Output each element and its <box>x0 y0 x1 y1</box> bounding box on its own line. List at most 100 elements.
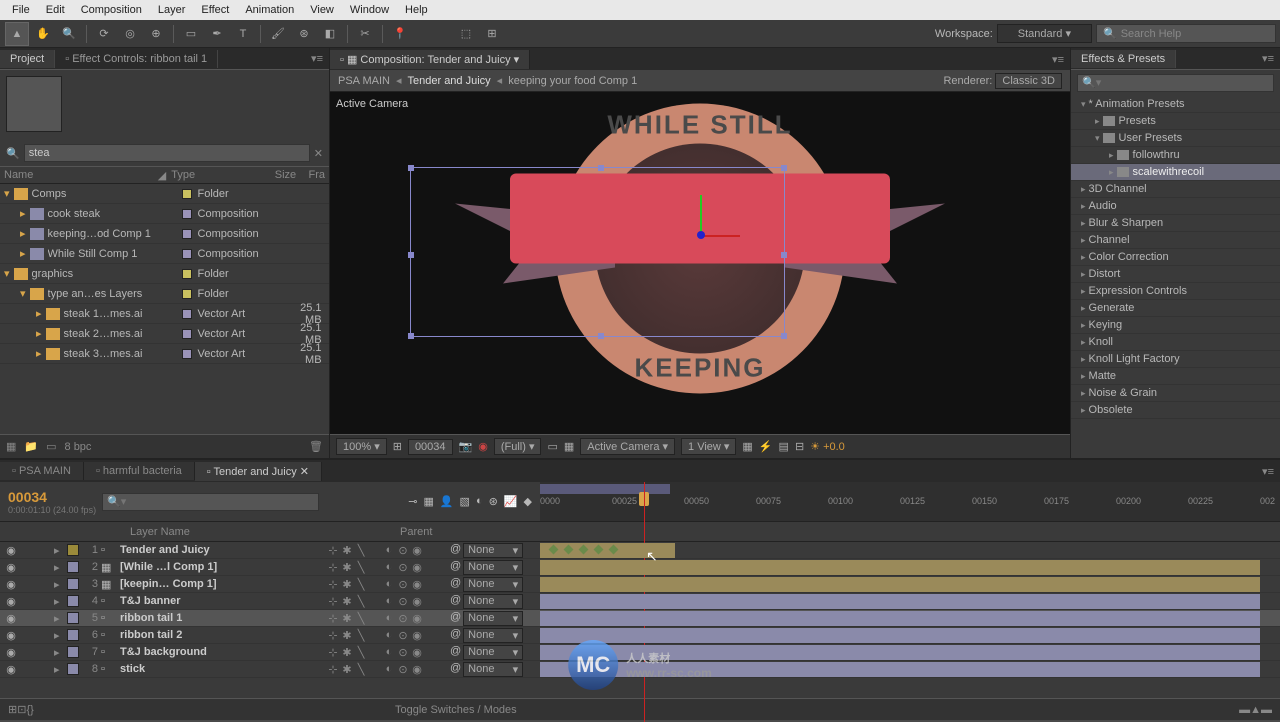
project-item[interactable]: ▸steak 1…mes.aiVector Art25.1 MB <box>0 304 329 324</box>
effects-tree-item[interactable]: ▾User Presets <box>1071 130 1280 147</box>
project-item[interactable]: ▾type an…es LayersFolder <box>0 284 329 304</box>
menu-help[interactable]: Help <box>397 2 436 18</box>
visibility-toggle-icon[interactable]: ◉ <box>4 663 18 676</box>
brush-tool-icon[interactable]: 🖌 <box>266 22 290 46</box>
parent-pickwhip-icon[interactable]: @ <box>450 628 461 643</box>
effects-tree-item[interactable]: ▸scalewithrecoil <box>1071 164 1280 181</box>
timeline-layer-row[interactable]: ◉ ▸ 3 ▦ [keepin… Comp 1] ⊹✱╲◐⊙◉ @None▾ <box>0 576 1280 593</box>
transparency-grid-icon[interactable]: ▦ <box>564 440 574 453</box>
menu-effect[interactable]: Effect <box>193 2 237 18</box>
effects-tree-item[interactable]: ▸Knoll Light Factory <box>1071 351 1280 368</box>
breadcrumb-item[interactable]: Tender and Juicy <box>408 75 491 87</box>
visibility-toggle-icon[interactable]: ◉ <box>4 595 18 608</box>
timeline-tab[interactable]: ▫ PSA MAIN <box>0 462 84 480</box>
snapshot-icon[interactable]: 📷 <box>459 440 473 453</box>
timeline-tab[interactable]: ▫ Tender and Juicy ✕ <box>195 462 322 481</box>
timeline-layer-row[interactable]: ◉ ▸ 7 ▫ T&J background ⊹✱╲◐⊙◉ @None▾ <box>0 644 1280 661</box>
channel-icon[interactable]: ◉ <box>478 440 488 453</box>
layer-duration-bar[interactable] <box>540 662 1260 677</box>
project-item[interactable]: ▸steak 2…mes.aiVector Art25.1 MB <box>0 324 329 344</box>
menu-view[interactable]: View <box>302 2 342 18</box>
menu-window[interactable]: Window <box>342 2 397 18</box>
comp-mini-flowchart-icon[interactable]: ⊸ <box>408 495 417 508</box>
visibility-toggle-icon[interactable]: ◉ <box>4 544 18 557</box>
effects-tree-item[interactable]: ▸Obsolete <box>1071 402 1280 419</box>
hide-shy-icon[interactable]: 👤 <box>440 495 454 508</box>
label-color[interactable] <box>67 561 79 573</box>
timeline-search-input[interactable] <box>102 493 319 511</box>
panel-menu-icon[interactable]: ▾≡ <box>1256 465 1280 478</box>
project-item[interactable]: ▸steak 3…mes.aiVector Art25.1 MB <box>0 344 329 364</box>
flowchart-icon[interactable]: ⊟ <box>795 440 804 453</box>
zoom-slider[interactable]: ▬▲▬ <box>1239 704 1272 716</box>
rotation-tool-icon[interactable]: ⟳ <box>92 22 116 46</box>
effects-tree-item[interactable]: ▸Channel <box>1071 232 1280 249</box>
current-timecode[interactable]: 00034 <box>8 489 96 505</box>
view-dropdown[interactable]: Active Camera ▾ <box>580 438 675 455</box>
timeline-layer-row[interactable]: ◉ ▸ 8 ▫ stick ⊹✱╲◐⊙◉ @None▾ <box>0 661 1280 678</box>
resolution-icon[interactable]: ⊞ <box>393 440 402 453</box>
menu-edit[interactable]: Edit <box>38 2 73 18</box>
new-comp-icon[interactable]: ▭ <box>46 440 56 453</box>
layer-duration-bar[interactable] <box>540 611 1260 626</box>
trash-icon[interactable]: 🗑 <box>309 440 323 453</box>
effects-tree-item[interactable]: ▸Presets <box>1071 113 1280 130</box>
toggle-switches-icon[interactable]: ⊞ <box>8 703 17 716</box>
visibility-toggle-icon[interactable]: ◉ <box>4 629 18 642</box>
motion-blur-icon[interactable]: ◐ <box>476 495 483 508</box>
label-color[interactable] <box>67 612 79 624</box>
effects-tree-item[interactable]: ▸followthru <box>1071 147 1280 164</box>
parent-pickwhip-icon[interactable]: @ <box>450 577 461 592</box>
frame-blend-icon[interactable]: ▧ <box>460 495 470 508</box>
layer-duration-bar[interactable] <box>540 628 1260 643</box>
timeline-layer-row[interactable]: ◉ ▸ 4 ▫ T&J banner ⊹✱╲◐⊙◉ @None▾ <box>0 593 1280 610</box>
axis-x-icon[interactable] <box>700 235 740 237</box>
timeline-layers[interactable]: ◉ ▸ 1 ▫ Tender and Juicy ⊹✱╲◐⊙◉ @None▾ ◉… <box>0 542 1280 698</box>
resolution-dropdown[interactable]: (Full) ▾ <box>494 438 542 455</box>
timeline-layer-row[interactable]: ◉ ▸ 6 ▫ ribbon tail 2 ⊹✱╲◐⊙◉ @None▾ <box>0 627 1280 644</box>
panel-menu-icon[interactable]: ▾≡ <box>1256 52 1280 65</box>
draft3d-icon[interactable]: ▦ <box>423 495 433 508</box>
effects-tree-item[interactable]: ▸Matte <box>1071 368 1280 385</box>
brainstorm-icon[interactable]: ⊛ <box>489 495 498 508</box>
fast-preview-icon[interactable]: ⚡ <box>759 440 773 453</box>
clone-tool-icon[interactable]: ⊛ <box>292 22 316 46</box>
toggle-switches-modes-button[interactable]: Toggle Switches / Modes <box>395 704 517 716</box>
tab-effect-controls[interactable]: ▫ Effect Controls: ribbon tail 1 <box>55 50 218 68</box>
tab-composition-viewer[interactable]: ▫ ▦ Composition: Tender and Juicy ▾ <box>330 50 530 69</box>
views-count-dropdown[interactable]: 1 View ▾ <box>681 438 736 455</box>
type-tool-icon[interactable]: T <box>231 22 255 46</box>
label-color[interactable] <box>67 544 79 556</box>
eraser-tool-icon[interactable]: ◧ <box>318 22 342 46</box>
label-color[interactable] <box>67 595 79 607</box>
visibility-toggle-icon[interactable]: ◉ <box>4 612 18 625</box>
breadcrumb-item[interactable]: keeping your food Comp 1 <box>508 75 637 87</box>
pan-behind-tool-icon[interactable]: ⊕ <box>144 22 168 46</box>
search-help-input[interactable]: 🔍 Search Help <box>1096 24 1276 43</box>
layer-duration-bar[interactable] <box>540 594 1260 609</box>
effects-tree-item[interactable]: ▾* Animation Presets <box>1071 96 1280 113</box>
frame-display[interactable]: 00034 <box>408 439 453 455</box>
label-color[interactable] <box>67 646 79 658</box>
panel-menu-icon[interactable]: ▾≡ <box>1046 53 1070 66</box>
axis-world-icon[interactable]: ⊞ <box>480 22 504 46</box>
label-color[interactable] <box>67 629 79 641</box>
project-item[interactable]: ▸keeping…od Comp 1Composition <box>0 224 329 244</box>
parent-pickwhip-icon[interactable]: @ <box>450 543 461 558</box>
visibility-toggle-icon[interactable]: ◉ <box>4 578 18 591</box>
effects-tree-item[interactable]: ▸Distort <box>1071 266 1280 283</box>
label-color[interactable] <box>67 663 79 675</box>
timeline-icon[interactable]: ▤ <box>779 440 789 453</box>
composition-viewer[interactable]: Active Camera WHILE STILL KEEPING <box>330 92 1070 434</box>
menu-composition[interactable]: Composition <box>73 2 150 18</box>
timeline-layer-row[interactable]: ◉ ▸ 1 ▫ Tender and Juicy ⊹✱╲◐⊙◉ @None▾ <box>0 542 1280 559</box>
project-item[interactable]: ▾CompsFolder <box>0 184 329 204</box>
zoom-tool-icon[interactable]: 🔍 <box>57 22 81 46</box>
hand-tool-icon[interactable]: ✋ <box>31 22 55 46</box>
roto-tool-icon[interactable]: ✂ <box>353 22 377 46</box>
parent-dropdown[interactable]: None▾ <box>463 577 523 592</box>
shape-tool-icon[interactable]: ▭ <box>179 22 203 46</box>
parent-dropdown[interactable]: None▾ <box>463 645 523 660</box>
workspace-dropdown[interactable]: Standard ▾ <box>997 24 1092 43</box>
exposure-value[interactable]: ☀ +0.0 <box>810 440 845 453</box>
